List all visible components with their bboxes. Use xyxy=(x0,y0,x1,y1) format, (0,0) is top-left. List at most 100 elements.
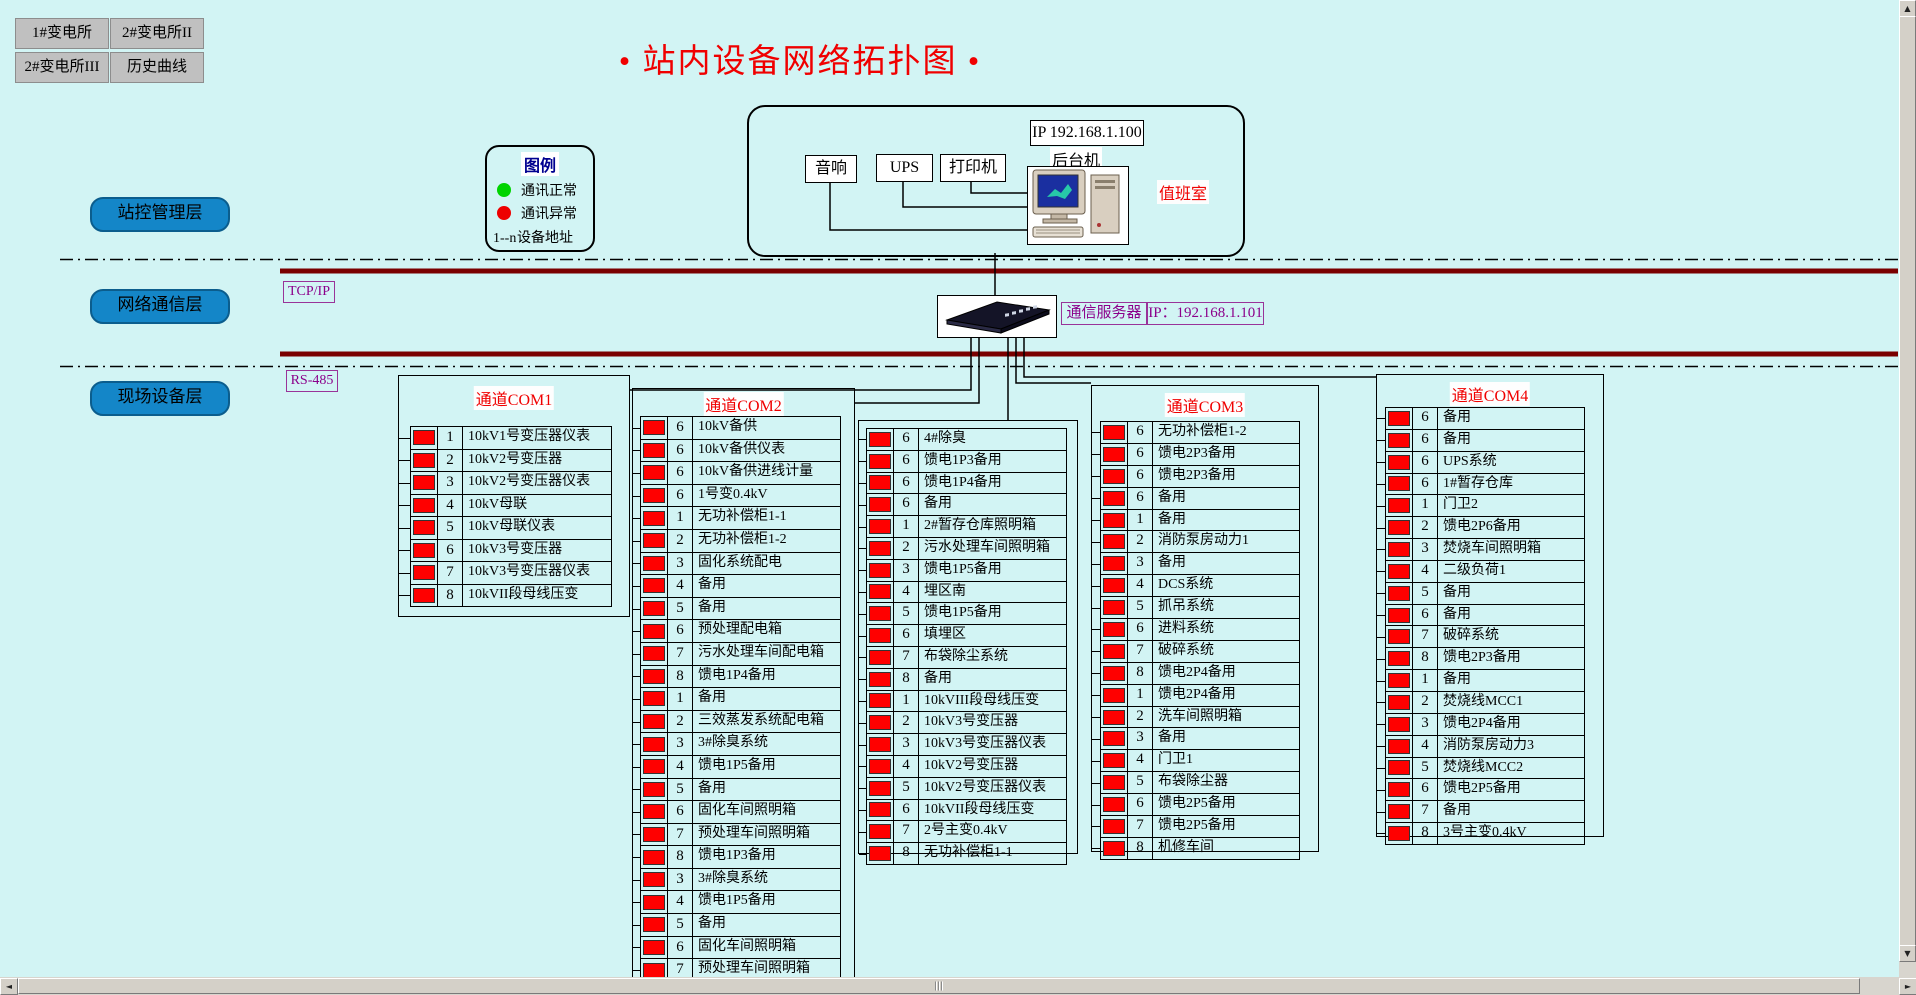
device-address: 5 xyxy=(668,598,693,620)
vertical-scroll-thumb[interactable] xyxy=(1899,16,1916,946)
device-address: 8 xyxy=(1413,648,1438,669)
device-address: 6 xyxy=(1128,444,1153,465)
device-row: 6UPS系统 xyxy=(1386,452,1584,474)
device-row: 33#除臭系统 xyxy=(641,869,840,892)
device-name: 馈电2P3备用 xyxy=(1438,648,1584,669)
device-address: 2 xyxy=(1413,692,1438,713)
device-name: 焚烧车间照明箱 xyxy=(1438,539,1584,560)
legend-box: 图例 通讯正常 通讯异常 1--n设备地址 xyxy=(485,145,595,252)
device-row: 110kV1号变压器仪表 xyxy=(411,427,611,450)
device-row: 6馈电2P3备用 xyxy=(1101,466,1299,488)
scroll-down-arrow[interactable]: ▼ xyxy=(1899,945,1916,962)
scroll-right-arrow[interactable]: ► xyxy=(1899,978,1916,995)
channel-group-middle: 64#除臭6馈电1P3备用6馈电1P4备用6备用12#暂存仓库照明箱2污水处理车… xyxy=(858,420,1078,854)
device-name: 馈电2P3备用 xyxy=(1153,466,1299,487)
device-row: 8机修车间 xyxy=(1101,838,1299,859)
device-row: 8备用 xyxy=(867,669,1066,691)
device-address: 6 xyxy=(1128,466,1153,487)
comm-normal-dot-icon xyxy=(497,183,511,197)
device-name: 消防泵房动力1 xyxy=(1153,531,1299,552)
device-row: 610kV备供进线计量 xyxy=(641,462,840,485)
device-name: 备用 xyxy=(1438,670,1584,691)
device-address: 1 xyxy=(1413,495,1438,516)
horizontal-scrollbar[interactable]: ◄ ► xyxy=(0,977,1916,995)
printer-device-box: 打印机 xyxy=(940,154,1006,182)
device-row: 410kV2号变压器 xyxy=(867,756,1066,778)
device-row: 3备用 xyxy=(1101,553,1299,575)
nav-button-substation2-II[interactable]: 2#变电所II xyxy=(110,18,204,49)
device-address: 1 xyxy=(894,691,919,712)
device-name: 备用 xyxy=(1438,430,1584,451)
comm-status-indicator xyxy=(1388,739,1410,754)
device-name: 10kVII段母线压变 xyxy=(463,585,611,607)
device-address: 6 xyxy=(668,440,693,462)
device-row: 7预处理车间照明箱 xyxy=(641,824,840,847)
device-name: 馈电1P5备用 xyxy=(693,756,840,778)
device-address: 7 xyxy=(1413,801,1438,822)
device-row: 6备用 xyxy=(1386,605,1584,627)
device-row: 2洗车间照明箱 xyxy=(1101,707,1299,729)
horizontal-scroll-thumb[interactable] xyxy=(18,978,1860,994)
comm-status-indicator xyxy=(643,872,665,887)
device-name: 备用 xyxy=(693,688,840,710)
device-address: 2 xyxy=(894,712,919,733)
device-address: 6 xyxy=(1128,619,1153,640)
device-row: 6无功补偿柜1-2 xyxy=(1101,422,1299,444)
device-name: 备用 xyxy=(693,598,840,620)
comm-status-indicator xyxy=(643,827,665,842)
device-name: 污水处理车间配电箱 xyxy=(693,643,840,665)
nav-button-history-curve[interactable]: 历史曲线 xyxy=(110,52,204,83)
device-address: 3 xyxy=(438,472,463,494)
page-title: • 站内设备网络拓扑图 • xyxy=(600,34,1000,82)
device-name: 备用 xyxy=(1153,728,1299,749)
device-name: 布袋除尘器 xyxy=(1153,772,1299,793)
device-name: DCS系统 xyxy=(1153,575,1299,596)
device-name: 馈电1P3备用 xyxy=(919,451,1066,472)
device-address: 6 xyxy=(668,485,693,507)
device-name: 1号变0.4kV xyxy=(693,485,840,507)
channel-title: 通道COM4 xyxy=(1450,382,1530,406)
device-name: 馈电1P5备用 xyxy=(693,891,840,913)
device-row: 3焚烧车间照明箱 xyxy=(1386,539,1584,561)
comm-status-indicator xyxy=(1103,753,1125,768)
device-name: 备用 xyxy=(1438,583,1584,604)
comm-status-indicator xyxy=(413,498,435,513)
legend-item-label: 通讯异常 xyxy=(521,207,577,222)
device-name: 预处理车间照明箱 xyxy=(693,824,840,846)
device-name: 10kVII段母线压变 xyxy=(919,800,1066,821)
device-name: 备用 xyxy=(1438,605,1584,626)
device-address: 6 xyxy=(894,625,919,646)
device-row: 8馈电1P3备用 xyxy=(641,846,840,869)
device-address: 5 xyxy=(668,779,693,801)
comm-status-indicator xyxy=(1103,688,1125,703)
device-row: 2馈电2P6备用 xyxy=(1386,517,1584,539)
device-name: 10kV2号变压器 xyxy=(463,450,611,472)
device-row: 2消防泵房动力1 xyxy=(1101,531,1299,553)
comm-status-indicator xyxy=(1103,819,1125,834)
device-table: 610kV备供610kV备供仪表610kV备供进线计量61号变0.4kV1无功补… xyxy=(640,416,841,995)
comm-status-indicator xyxy=(643,465,665,480)
comm-status-indicator xyxy=(1388,455,1410,470)
device-address: 2 xyxy=(668,711,693,733)
device-address: 4 xyxy=(668,756,693,778)
device-address: 5 xyxy=(1413,758,1438,779)
device-row: 310kV2号变压器仪表 xyxy=(411,472,611,495)
scroll-left-arrow[interactable]: ◄ xyxy=(0,978,18,995)
vertical-scrollbar[interactable]: ▲ ▼ xyxy=(1899,0,1916,977)
device-row: 5备用 xyxy=(641,914,840,937)
device-name: 备用 xyxy=(919,494,1066,515)
device-address: 3 xyxy=(1413,714,1438,735)
device-row: 6备用 xyxy=(867,494,1066,516)
device-row: 210kV3号变压器 xyxy=(867,712,1066,734)
device-name: 馈电2P4备用 xyxy=(1153,685,1299,706)
layer-label-field-device: 现场设备层 xyxy=(90,381,230,416)
device-row: 2污水处理车间照明箱 xyxy=(867,538,1066,560)
nav-button-substation1[interactable]: 1#变电所 xyxy=(15,18,109,49)
device-address: 2 xyxy=(894,538,919,559)
comm-status-indicator xyxy=(1103,425,1125,440)
comm-status-indicator xyxy=(643,601,665,616)
device-address: 6 xyxy=(1128,422,1153,443)
scroll-up-arrow[interactable]: ▲ xyxy=(1899,0,1916,17)
nav-button-substation2-III[interactable]: 2#变电所III xyxy=(15,52,109,83)
device-row: 6馈电1P4备用 xyxy=(867,473,1066,495)
